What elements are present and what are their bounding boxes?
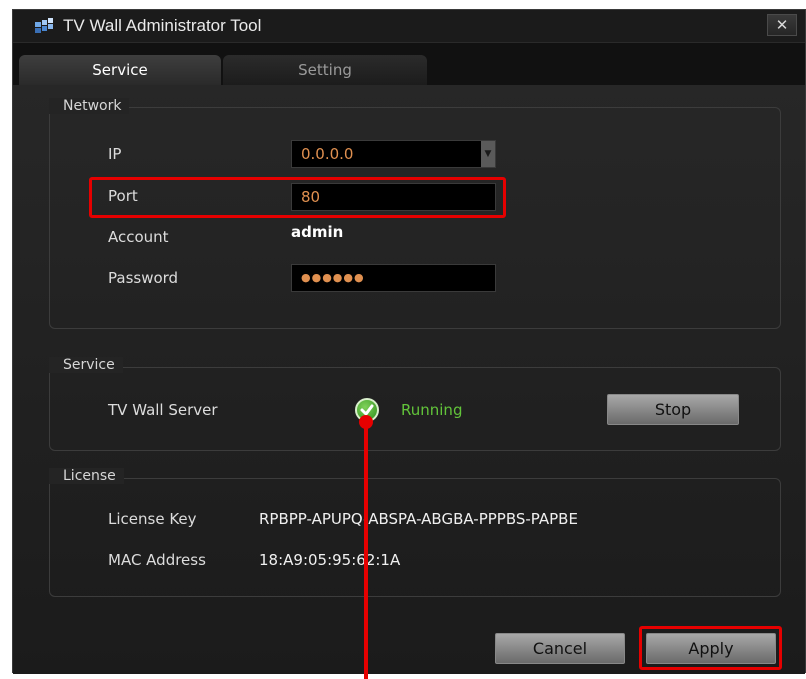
- password-field[interactable]: ●●●●●●: [291, 264, 496, 292]
- tab-strip: Service Setting: [13, 43, 805, 85]
- tab-service[interactable]: Service: [19, 55, 221, 85]
- mac-address-value: 18:A9:05:95:62:1A: [259, 551, 401, 569]
- running-check-icon: [355, 398, 379, 422]
- ip-label: IP: [108, 145, 122, 163]
- cancel-button[interactable]: Cancel: [495, 633, 625, 664]
- account-value: admin: [291, 223, 344, 241]
- password-label: Password: [108, 269, 179, 287]
- tv-wall-server-label: TV Wall Server: [108, 401, 218, 419]
- port-highlight-box: [89, 177, 506, 218]
- close-button[interactable]: ✕: [767, 14, 797, 36]
- tv-wall-app-icon: [35, 18, 53, 33]
- dropdown-arrow-icon[interactable]: ▼: [481, 141, 495, 167]
- mac-address-label: MAC Address: [108, 551, 206, 569]
- tab-content: Network IP 0.0.0.0 ▼ Port 80 Account adm…: [13, 85, 805, 674]
- license-legend: License: [49, 468, 124, 484]
- license-key-value: RPBPP-APUPQ-ABSPA-ABGBA-PPPBS-PAPBE: [259, 510, 578, 528]
- server-status: Running: [401, 401, 463, 419]
- service-legend: Service: [49, 357, 123, 373]
- ip-value: 0.0.0.0: [301, 145, 354, 163]
- stop-button[interactable]: Stop: [607, 394, 739, 425]
- license-group: [49, 478, 781, 597]
- title-bar: TV Wall Administrator Tool ✕: [13, 10, 805, 43]
- window-title: TV Wall Administrator Tool: [63, 16, 262, 35]
- apply-highlight-box: [639, 626, 782, 670]
- account-label: Account: [108, 228, 169, 246]
- license-key-label: License Key: [108, 510, 197, 528]
- password-value: ●●●●●●: [301, 271, 365, 284]
- network-legend: Network: [49, 98, 130, 114]
- tab-setting[interactable]: Setting: [223, 55, 427, 85]
- app-window: TV Wall Administrator Tool ✕ Service Set…: [12, 9, 806, 674]
- close-icon: ✕: [775, 17, 789, 34]
- ip-dropdown[interactable]: 0.0.0.0 ▼: [291, 140, 496, 168]
